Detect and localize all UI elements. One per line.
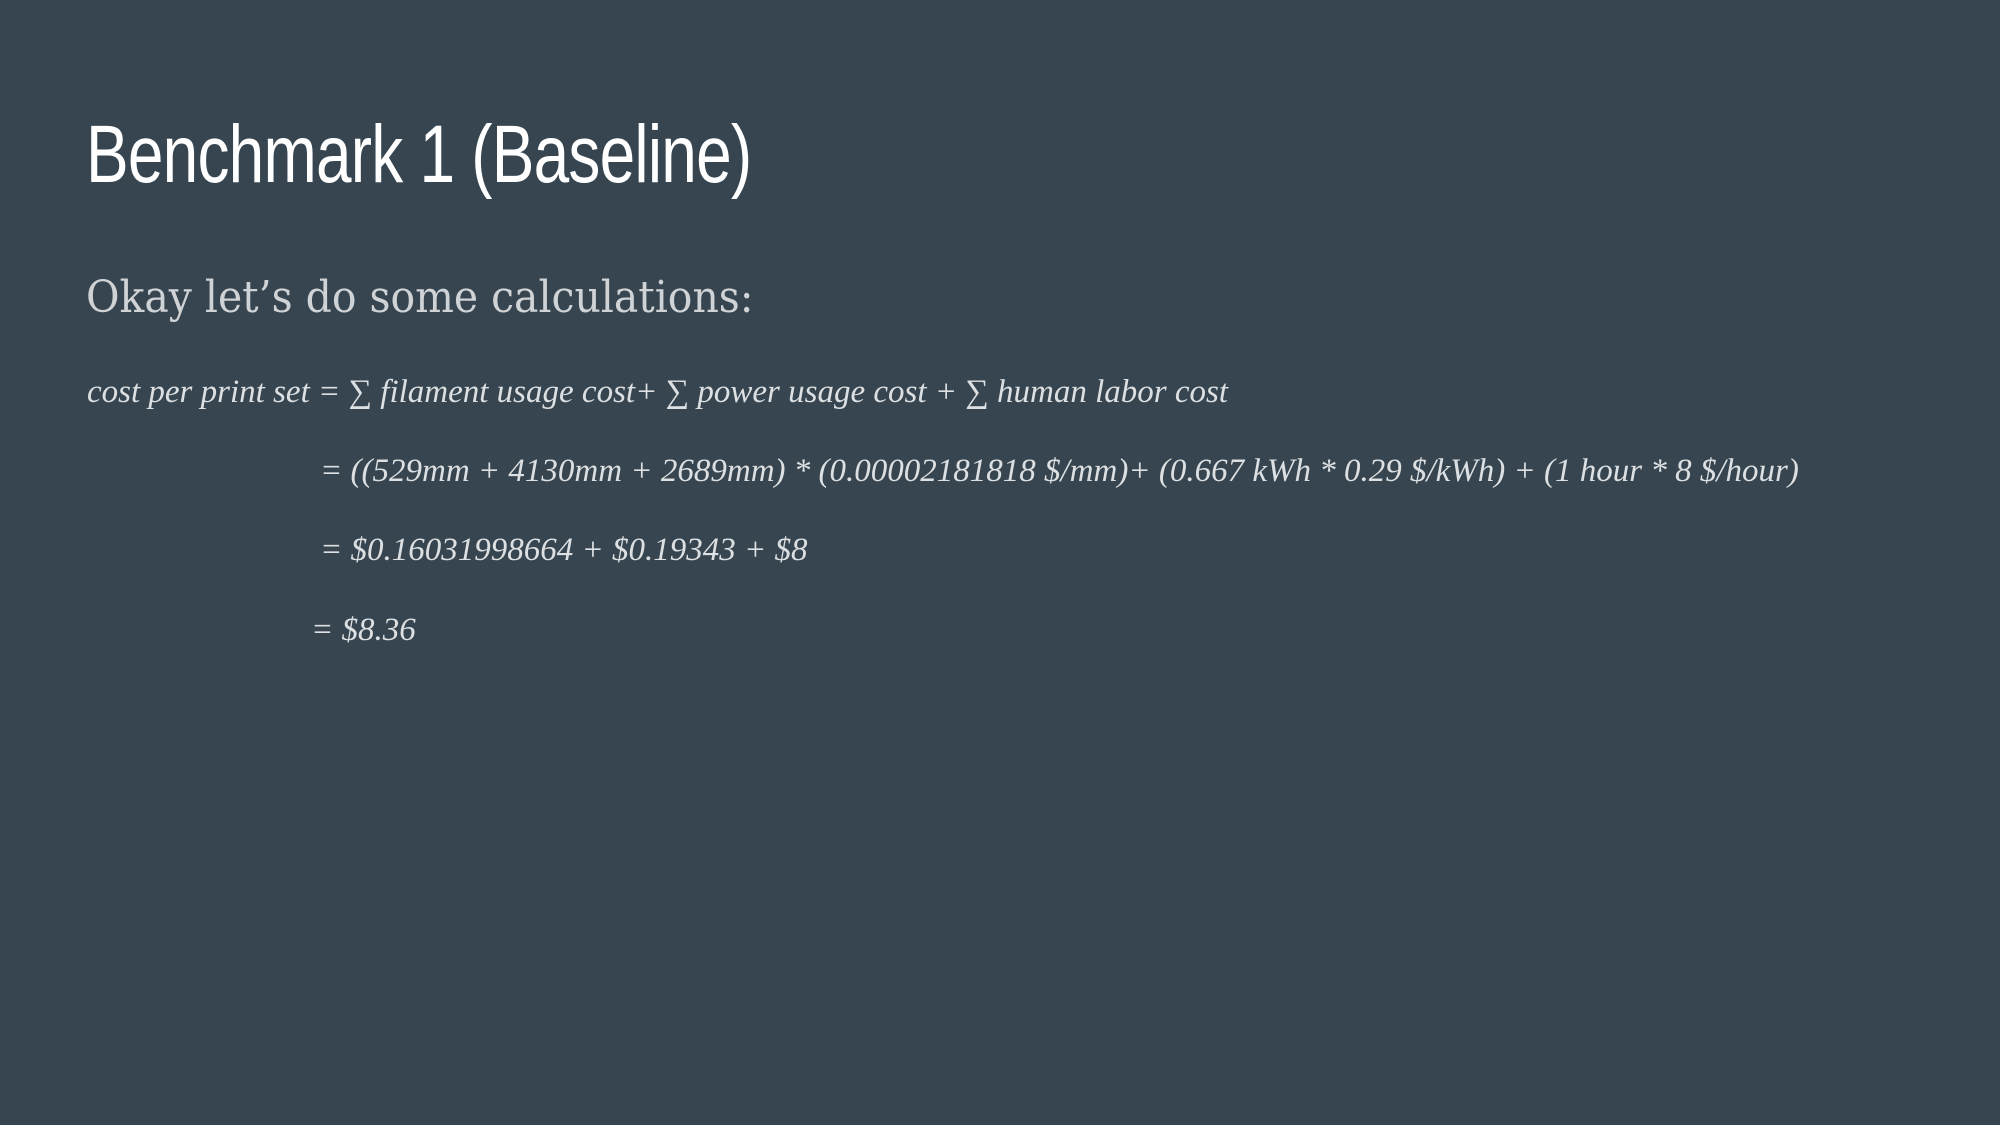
- slide-subtitle: Okay let’s do some calculations:: [86, 272, 754, 323]
- formula-definition: cost per print set = ∑ filament usage co…: [87, 374, 1229, 410]
- formula-expansion: = ((529mm + 4130mm + 2689mm) * (0.000021…: [320, 453, 1799, 489]
- formula-subtotals: = $0.16031998664 + $0.19343 + $8: [320, 532, 808, 568]
- formula-result: = $8.36: [311, 612, 416, 648]
- slide-title: Benchmark 1 (Baseline): [86, 109, 752, 200]
